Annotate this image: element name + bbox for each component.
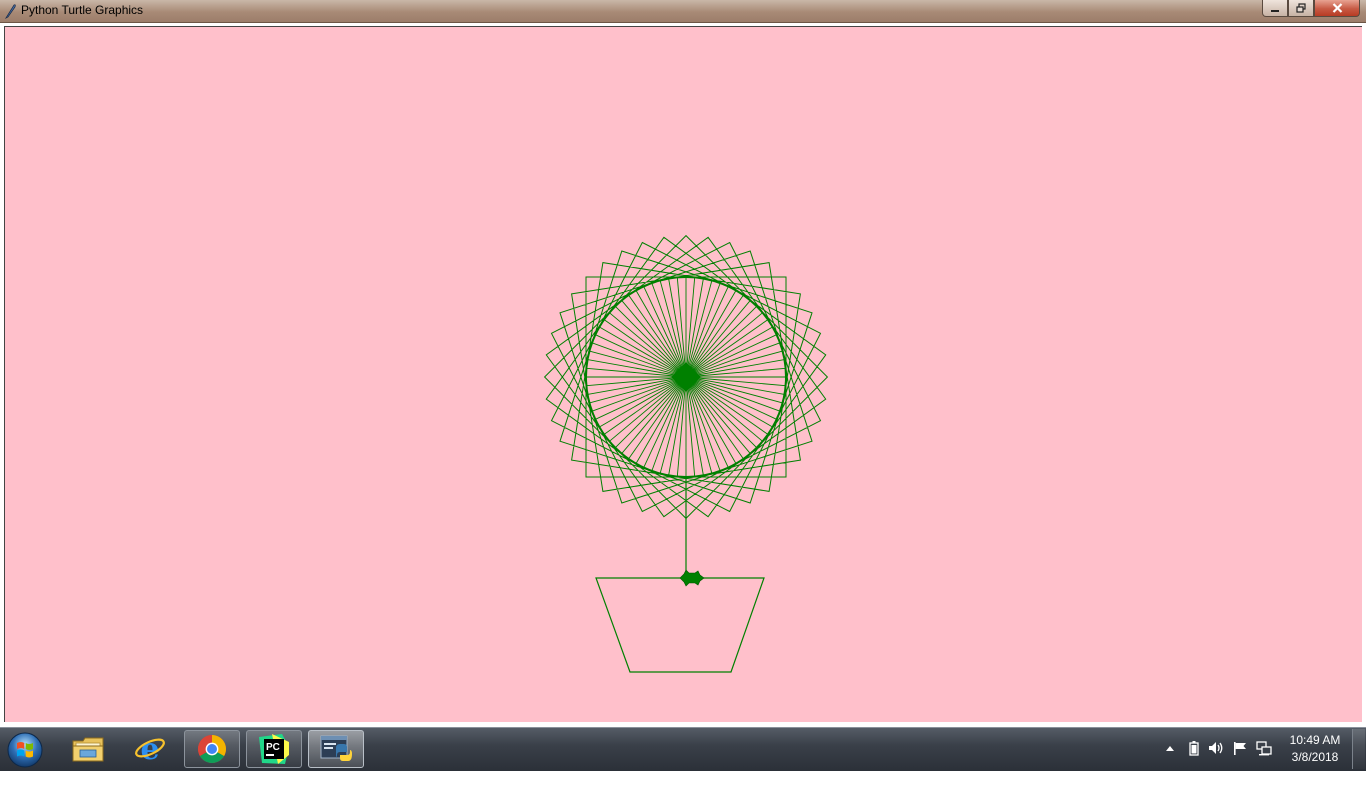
svg-text:e: e [140,732,159,766]
volume-icon [1209,742,1223,754]
turtle-drawing[interactable] [5,27,1362,722]
internet-explorer-icon: e [135,732,165,766]
svg-text:PC: PC [266,742,280,753]
network-button[interactable] [1256,740,1272,756]
close-button[interactable] [1314,0,1360,17]
feather-icon [4,4,16,19]
action-center-button[interactable] [1232,740,1248,756]
turtle-canvas-area[interactable] [4,26,1362,722]
turtle-cursor-icon [679,569,705,587]
show-hidden-icons-button[interactable] [1162,740,1178,756]
restore-icon [1296,3,1306,13]
taskbar-chrome[interactable] [184,730,240,768]
taskbar-pycharm[interactable]: PC [246,730,302,768]
taskbar: e PC 10:49 AM 3/8/2018 [0,727,1366,771]
minimize-button[interactable] [1262,0,1288,17]
pycharm-icon: PC [259,734,289,764]
file-explorer-icon [72,737,104,762]
windows-orb-icon [7,732,43,768]
volume-button[interactable] [1208,740,1224,756]
network-icon [1256,740,1272,755]
show-desktop-button[interactable] [1352,729,1365,769]
start-button[interactable] [4,730,46,770]
clock-time: 10:49 AM [1289,733,1341,747]
flower-pot [595,577,765,673]
action-center-flag-icon [1234,741,1246,755]
python-icon [320,735,352,761]
clock-date: 3/8/2018 [1291,750,1339,764]
window-titlebar[interactable]: Python Turtle Graphics [0,0,1366,23]
show-hidden-icon [1166,746,1174,751]
window-frame [0,23,1366,725]
window-title: Python Turtle Graphics [21,3,144,17]
close-icon [1332,3,1342,13]
battery-icon [1189,740,1199,756]
taskbar-python-turtle[interactable] [308,730,364,768]
chrome-icon [198,735,226,763]
taskbar-internet-explorer[interactable]: e [122,730,178,768]
restore-button[interactable] [1288,0,1314,17]
taskbar-file-explorer[interactable] [60,730,116,768]
minimize-icon [1271,10,1279,12]
taskbar-clock[interactable]: 10:49 AM 3/8/2018 [1283,732,1347,766]
window-controls [1262,0,1360,18]
battery-button[interactable] [1186,740,1202,756]
